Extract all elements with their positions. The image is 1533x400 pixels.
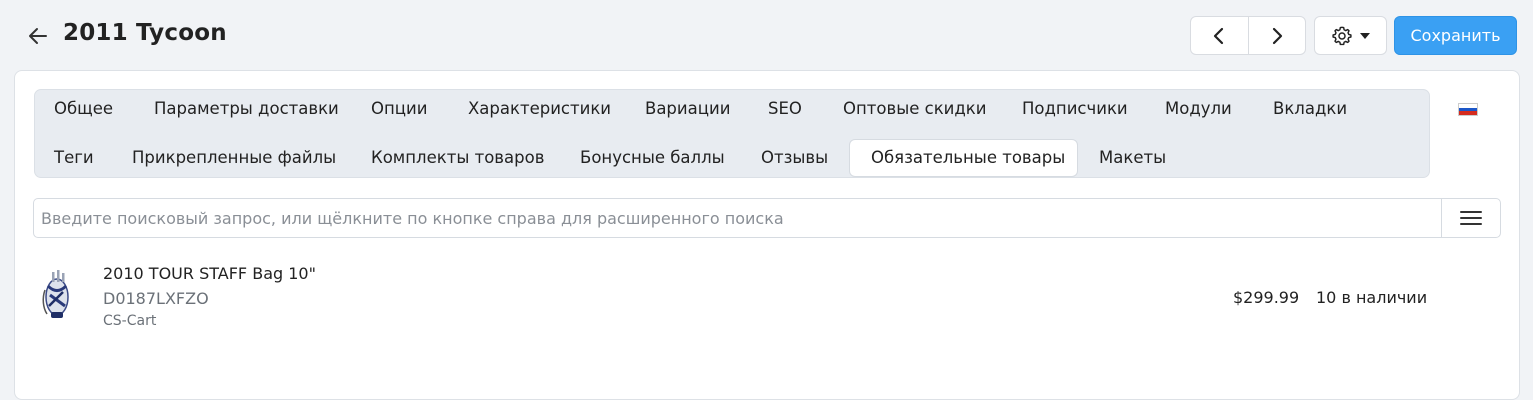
tab-layouts[interactable]: Макеты xyxy=(1078,139,1187,177)
golf-bag-image xyxy=(42,270,69,318)
product-price: $299.99 xyxy=(1233,288,1300,307)
tab-shipping-params[interactable]: Параметры доставки xyxy=(133,90,360,128)
advanced-search-button[interactable] xyxy=(1441,199,1500,237)
caret-down-icon xyxy=(1360,32,1370,39)
tab-seo[interactable]: SEO xyxy=(747,90,823,128)
tab-reviews[interactable]: Отзывы xyxy=(740,139,849,177)
tab-subscribers[interactable]: Подписчики xyxy=(1001,90,1149,128)
save-button[interactable]: Сохранить xyxy=(1394,16,1517,55)
tab-tabs[interactable]: Вкладки xyxy=(1252,90,1368,128)
product-stock: 10 в наличии xyxy=(1316,288,1428,307)
tab-features[interactable]: Характеристики xyxy=(447,90,632,128)
arrow-left-icon xyxy=(29,28,47,44)
product-name-link[interactable]: 2010 TOUR STAFF Bag 10" xyxy=(103,264,316,283)
tab-tags[interactable]: Теги xyxy=(33,139,115,177)
tab-product-bundles[interactable]: Комплекты товаров xyxy=(350,139,565,177)
next-button[interactable] xyxy=(1247,17,1306,54)
chevron-left-icon xyxy=(1214,27,1224,44)
page-title: 2011 Tycoon xyxy=(63,20,227,46)
product-code: D0187LXFZO xyxy=(103,289,209,308)
tab-general[interactable]: Общее xyxy=(33,90,134,128)
product-thumbnail[interactable] xyxy=(38,268,76,324)
search-bar xyxy=(33,198,1501,238)
tab-options[interactable]: Опции xyxy=(350,90,448,128)
top-bar: 2011 Tycoon Сохранить xyxy=(0,0,1533,70)
product-vendor: CS-Cart xyxy=(103,313,157,329)
tab-attachments[interactable]: Прикрепленные файлы xyxy=(111,139,357,177)
search-input[interactable] xyxy=(34,199,1442,237)
chevron-right-icon xyxy=(1272,27,1282,44)
gear-icon xyxy=(1332,26,1352,45)
settings-dropdown-button[interactable] xyxy=(1314,16,1387,55)
tab-required-products[interactable]: Обязательные товары xyxy=(849,139,1078,177)
tab-reward-points[interactable]: Бонусные баллы xyxy=(559,139,746,177)
prev-next-group xyxy=(1190,16,1306,55)
tab-variations[interactable]: Вариации xyxy=(624,90,751,128)
russian-flag-icon[interactable] xyxy=(1458,103,1478,116)
back-button[interactable] xyxy=(24,22,52,50)
tab-addons[interactable]: Модули xyxy=(1144,90,1253,128)
tab-wholesale-discounts[interactable]: Оптовые скидки xyxy=(822,90,1008,128)
hamburger-menu-icon xyxy=(1460,211,1482,225)
previous-button[interactable] xyxy=(1191,17,1248,54)
